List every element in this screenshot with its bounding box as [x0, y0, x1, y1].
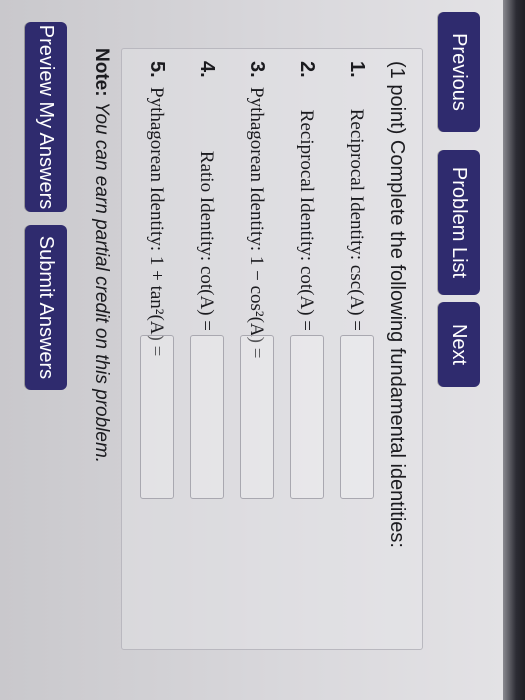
answer-input-3[interactable]	[240, 335, 274, 499]
item-number: 2.	[296, 61, 318, 78]
submit-answers-button[interactable]: Submit Answers	[25, 225, 67, 390]
partial-credit-note: Note: You can earn partial credit on thi…	[90, 48, 112, 463]
item-number: 4.	[196, 61, 218, 78]
identity-label: Pythagorean Identity: 1 − cos²(A) =	[246, 87, 267, 359]
note-prefix: Note:	[91, 48, 112, 97]
problem-list-button[interactable]: Problem List	[438, 150, 480, 295]
problem-prompt: (1 point) Complete the following fundame…	[386, 61, 408, 548]
identity-row: 5. Pythagorean Identity: 1 + tan²(A) =	[136, 49, 176, 649]
preview-answers-button[interactable]: Preview My Answers	[25, 22, 67, 212]
item-number: 5.	[146, 61, 168, 78]
previous-button[interactable]: Previous	[438, 12, 480, 132]
answer-input-4[interactable]	[190, 335, 224, 499]
identity-row: 3. Pythagorean Identity: 1 − cos²(A) =	[236, 49, 276, 649]
answer-input-1[interactable]	[340, 335, 374, 499]
next-button[interactable]: Next	[438, 302, 480, 387]
identity-label: Reciprocal Identity: csc(A) =	[346, 108, 367, 331]
note-text: You can earn partial credit on this prob…	[91, 101, 112, 464]
identity-label: Ratio Identity: cot(A) =	[196, 150, 217, 331]
identity-row: 4. Ratio Identity: cot(A) =	[186, 49, 226, 649]
identity-row: 2. Reciprocal Identity: cot(A) =	[286, 49, 326, 649]
problem-page: Previous Problem List Next (1 point) Com…	[0, 0, 525, 700]
identity-row: 1. Reciprocal Identity: csc(A) =	[336, 49, 376, 649]
item-number: 1.	[346, 61, 368, 78]
item-number: 3.	[246, 61, 268, 78]
problem-box: (1 point) Complete the following fundame…	[121, 48, 423, 650]
identity-label: Reciprocal Identity: cot(A) =	[296, 109, 317, 331]
answer-input-5[interactable]	[140, 335, 174, 499]
identity-label: Pythagorean Identity: 1 + tan²(A) =	[146, 87, 167, 357]
answer-input-2[interactable]	[290, 335, 324, 499]
